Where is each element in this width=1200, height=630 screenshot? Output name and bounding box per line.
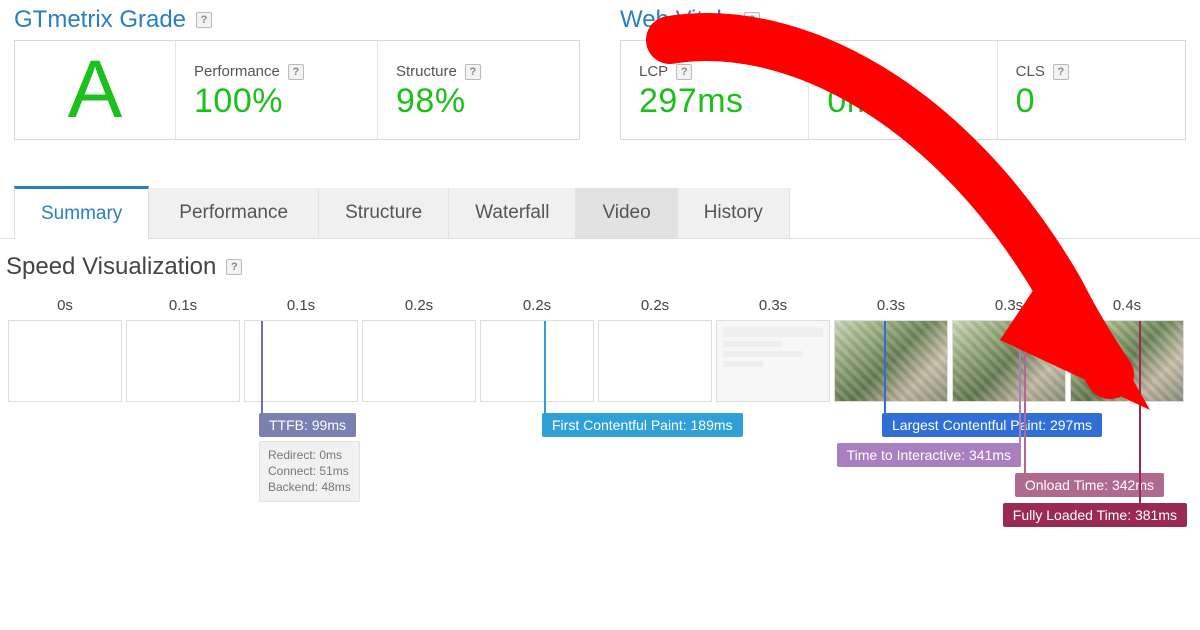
timeline: 0s 0.1s 0.1s 0.2s 0.2s 0.2s 0.3s 0.3s 0.… xyxy=(6,297,1186,567)
frame xyxy=(952,320,1066,402)
frame xyxy=(834,320,948,402)
tick: 0.3s xyxy=(950,297,1068,320)
grade-and-vitals-row: GTmetrix Grade ? A Performance ? 100% St… xyxy=(0,0,1200,140)
tabs-wrap: Summary Performance Structure Waterfall … xyxy=(0,188,1200,239)
tick: 0.3s xyxy=(714,297,832,320)
web-vitals-box: LCP ? 297ms TBT ? 0ms CLS ? 0 xyxy=(620,40,1186,140)
help-icon[interactable]: ? xyxy=(288,64,304,80)
structure-label: Structure xyxy=(396,63,457,80)
marker-line xyxy=(884,321,886,421)
tab-waterfall[interactable]: Waterfall xyxy=(449,188,576,238)
lcp-label: LCP xyxy=(639,63,668,80)
lcp-value: 297ms xyxy=(639,82,790,121)
tick: 0.2s xyxy=(596,297,714,320)
tick: 0.2s xyxy=(360,297,478,320)
badge-fcp: First Contentful Paint: 189ms xyxy=(542,413,743,437)
frame xyxy=(598,320,712,402)
grade-cell: A xyxy=(15,41,175,139)
cls-label-row: CLS ? xyxy=(1016,63,1167,80)
marker-line xyxy=(1139,321,1141,511)
tab-summary[interactable]: Summary xyxy=(14,186,149,239)
marker-line xyxy=(261,321,263,421)
gtmetrix-grade-box: A Performance ? 100% Structure ? 98% xyxy=(14,40,580,140)
performance-value: 100% xyxy=(194,82,359,121)
tab-history[interactable]: History xyxy=(678,188,790,238)
gtmetrix-grade-title: GTmetrix Grade ? xyxy=(14,6,580,34)
help-icon[interactable]: ? xyxy=(1053,64,1069,80)
frames xyxy=(6,320,1186,402)
frame xyxy=(480,320,594,402)
tick: 0.1s xyxy=(242,297,360,320)
tabs: Summary Performance Structure Waterfall … xyxy=(0,188,1200,238)
tab-video[interactable]: Video xyxy=(576,188,677,238)
cls-label: CLS xyxy=(1016,63,1045,80)
lcp-label-row: LCP ? xyxy=(639,63,790,80)
gtmetrix-grade-title-text: GTmetrix Grade xyxy=(14,6,186,34)
structure-value: 98% xyxy=(396,82,561,121)
marker-line xyxy=(544,321,546,421)
marker-line xyxy=(1024,321,1026,481)
web-vitals-title: Web Vitals ? xyxy=(620,6,1186,34)
badge-tti: Time to Interactive: 341ms xyxy=(837,443,1021,467)
performance-label-row: Performance ? xyxy=(194,63,359,80)
ttfb-redirect: Redirect: 0ms xyxy=(268,447,351,463)
badge-lcp: Largest Contentful Paint: 297ms xyxy=(882,413,1102,437)
performance-label: Performance xyxy=(194,63,280,80)
ttfb-backend: Backend: 48ms xyxy=(268,479,351,495)
badge-fully: Fully Loaded Time: 381ms xyxy=(1003,503,1187,527)
tbt-label-row: TBT ? xyxy=(827,63,978,80)
speed-visualization-title: Speed Visualization ? xyxy=(6,253,1186,281)
tick: 0.2s xyxy=(478,297,596,320)
frame xyxy=(716,320,830,402)
speed-visualization-title-text: Speed Visualization xyxy=(6,253,216,281)
tbt-value: 0ms xyxy=(827,82,978,121)
web-vitals-panel: Web Vitals ? LCP ? 297ms TBT ? 0ms CLS xyxy=(620,6,1186,140)
help-icon[interactable]: ? xyxy=(196,12,212,28)
frame xyxy=(126,320,240,402)
cls-cell: CLS ? 0 xyxy=(997,41,1185,139)
help-icon[interactable]: ? xyxy=(226,259,242,275)
performance-cell: Performance ? 100% xyxy=(175,41,377,139)
tbt-label: TBT xyxy=(827,63,855,80)
help-icon[interactable]: ? xyxy=(676,64,692,80)
frame xyxy=(8,320,122,402)
ttfb-details: Redirect: 0ms Connect: 51ms Backend: 48m… xyxy=(259,441,360,502)
help-icon[interactable]: ? xyxy=(744,12,760,28)
cls-value: 0 xyxy=(1016,82,1167,121)
tick: 0.4s xyxy=(1068,297,1186,320)
badge-ttfb: TTFB: 99ms xyxy=(259,413,356,437)
tick-row: 0s 0.1s 0.1s 0.2s 0.2s 0.2s 0.3s 0.3s 0.… xyxy=(6,297,1186,320)
marker-line xyxy=(1019,321,1021,451)
tbt-cell: TBT ? 0ms xyxy=(808,41,996,139)
speed-visualization-section: Speed Visualization ? 0s 0.1s 0.1s 0.2s … xyxy=(0,239,1200,567)
structure-cell: Structure ? 98% xyxy=(377,41,579,139)
web-vitals-title-text: Web Vitals xyxy=(620,6,734,34)
help-icon[interactable]: ? xyxy=(864,64,880,80)
tick: 0.1s xyxy=(124,297,242,320)
tab-performance[interactable]: Performance xyxy=(149,188,319,238)
ttfb-connect: Connect: 51ms xyxy=(268,463,351,479)
structure-label-row: Structure ? xyxy=(396,63,561,80)
badge-onload: Onload Time: 342ms xyxy=(1015,473,1164,497)
frame xyxy=(1070,320,1184,402)
grade-letter: A xyxy=(68,49,123,131)
lcp-cell: LCP ? 297ms xyxy=(621,41,808,139)
tick: 0s xyxy=(6,297,124,320)
help-icon[interactable]: ? xyxy=(465,64,481,80)
tab-structure[interactable]: Structure xyxy=(319,188,449,238)
frame xyxy=(362,320,476,402)
gtmetrix-grade-panel: GTmetrix Grade ? A Performance ? 100% St… xyxy=(14,6,580,140)
tick: 0.3s xyxy=(832,297,950,320)
